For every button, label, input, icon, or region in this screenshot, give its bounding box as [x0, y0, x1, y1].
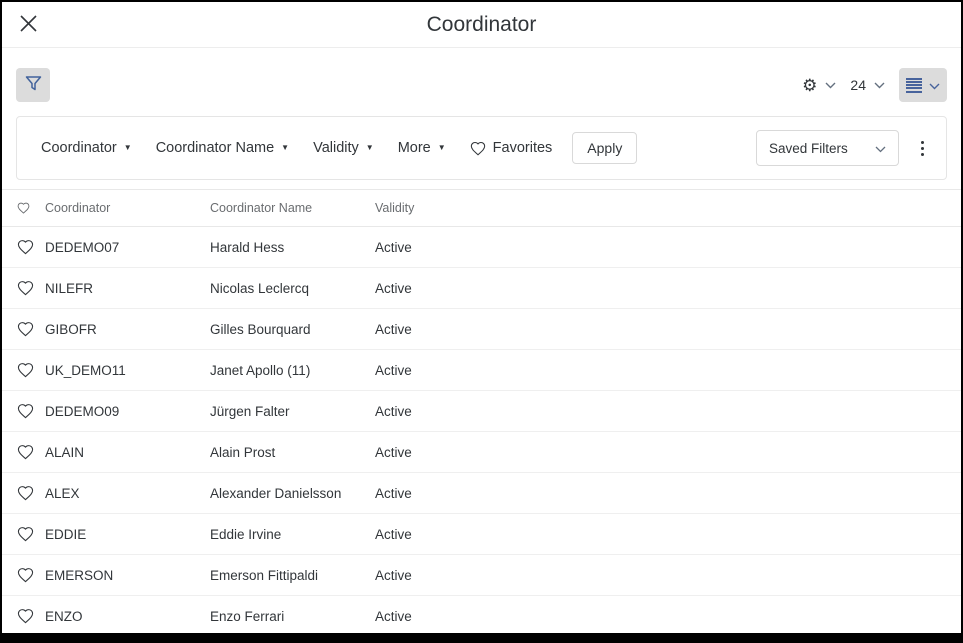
cell-coordinator: NILEFR [45, 281, 210, 296]
cell-coordinator-name: Jürgen Falter [210, 404, 375, 419]
toolbar-right-group: ⚙ 24 [802, 68, 947, 102]
favorite-heart-icon[interactable] [17, 403, 45, 419]
saved-filters-value: Saved Filters [769, 141, 848, 156]
settings-menu-button[interactable]: ⚙ [802, 76, 836, 94]
close-button[interactable] [14, 11, 42, 39]
cell-coordinator-name: Nicolas Leclercq [210, 281, 375, 296]
cell-validity: Active [375, 445, 961, 460]
favorite-heart-icon[interactable] [17, 362, 45, 378]
cell-coordinator: ALEX [45, 486, 210, 501]
row-density-button[interactable] [899, 68, 947, 102]
cell-coordinator-name: Enzo Ferrari [210, 609, 375, 624]
filter-dropdown-label: Validity [313, 140, 359, 156]
cell-validity: Active [375, 363, 961, 378]
cell-coordinator: DEDEMO07 [45, 240, 210, 255]
cell-coordinator-name: Janet Apollo (11) [210, 363, 375, 378]
chevron-down-icon [825, 76, 836, 94]
filter-dropdown-validity[interactable]: Validity ▼ [313, 140, 374, 156]
cell-coordinator: ALAIN [45, 445, 210, 460]
column-header-validity[interactable]: Validity [375, 201, 961, 215]
rows-icon [906, 78, 922, 93]
cell-validity: Active [375, 281, 961, 296]
cell-coordinator-name: Eddie Irvine [210, 527, 375, 542]
cell-coordinator-name: Alexander Danielsson [210, 486, 375, 501]
table-header: Coordinator Coordinator Name Validity [2, 190, 961, 227]
cell-coordinator: GIBOFR [45, 322, 210, 337]
cell-validity: Active [375, 568, 961, 583]
favorites-filter[interactable]: Favorites [470, 140, 553, 156]
favorite-heart-icon[interactable] [17, 526, 45, 542]
cell-validity: Active [375, 609, 961, 624]
favorite-heart-icon[interactable] [17, 280, 45, 296]
table-row[interactable]: GIBOFR Gilles Bourquard Active [2, 309, 961, 350]
kebab-menu-icon[interactable] [915, 137, 930, 160]
table-row[interactable]: UK_DEMO11 Janet Apollo (11) Active [2, 350, 961, 391]
favorite-heart-icon[interactable] [17, 239, 45, 255]
filter-dropdown-more[interactable]: More ▼ [398, 140, 446, 156]
caret-down-icon: ▼ [124, 144, 132, 152]
page-size-value: 24 [850, 77, 866, 93]
cell-coordinator: DEDEMO09 [45, 404, 210, 419]
table-row[interactable]: ENZO Enzo Ferrari Active [2, 596, 961, 637]
heart-outline-icon [470, 141, 486, 156]
title-bar: Coordinator [2, 2, 961, 48]
filter-dropdowns: Coordinator▼Coordinator Name▼Validity▼Mo… [41, 140, 446, 156]
filter-right-group: Saved Filters [756, 130, 930, 166]
page-title: Coordinator [2, 13, 961, 37]
filter-toggle-button[interactable] [16, 68, 50, 102]
cell-validity: Active [375, 404, 961, 419]
caret-down-icon: ▼ [281, 144, 289, 152]
column-header-coordinator[interactable]: Coordinator [45, 201, 210, 215]
x-icon [19, 14, 38, 36]
favorite-heart-icon[interactable] [17, 608, 45, 624]
chevron-down-icon [929, 78, 940, 93]
gear-icon: ⚙ [802, 77, 817, 94]
cell-coordinator-name: Emerson Fittipaldi [210, 568, 375, 583]
favorite-heart-icon[interactable] [17, 321, 45, 337]
table-row[interactable]: EDDIE Eddie Irvine Active [2, 514, 961, 555]
filter-dropdown-label: More [398, 140, 431, 156]
cell-coordinator: ENZO [45, 609, 210, 624]
filter-dropdown-coordinator[interactable]: Coordinator ▼ [41, 140, 132, 156]
cell-validity: Active [375, 486, 961, 501]
cell-validity: Active [375, 322, 961, 337]
coordinator-window: Coordinator ⚙ 24 [0, 0, 963, 643]
cell-coordinator: EMERSON [45, 568, 210, 583]
chevron-down-icon [875, 141, 886, 156]
table-row[interactable]: EMERSON Emerson Fittipaldi Active [2, 555, 961, 596]
filter-bar: Coordinator▼Coordinator Name▼Validity▼Mo… [16, 116, 947, 180]
favorite-heart-icon[interactable] [17, 567, 45, 583]
filter-dropdown-label: Coordinator Name [156, 140, 274, 156]
caret-down-icon: ▼ [366, 144, 374, 152]
column-header-coordinator-name[interactable]: Coordinator Name [210, 201, 375, 215]
saved-filters-select[interactable]: Saved Filters [756, 130, 899, 166]
table-row[interactable]: DEDEMO09 Jürgen Falter Active [2, 391, 961, 432]
favorite-heart-icon[interactable] [17, 444, 45, 460]
table-row[interactable]: NILEFR Nicolas Leclercq Active [2, 268, 961, 309]
cell-coordinator-name: Alain Prost [210, 445, 375, 460]
cell-coordinator-name: Gilles Bourquard [210, 322, 375, 337]
table-body: DEDEMO07 Harald Hess Active NILEFR Nicol… [2, 227, 961, 637]
table-row[interactable]: DEDEMO07 Harald Hess Active [2, 227, 961, 268]
favorites-label: Favorites [493, 140, 553, 156]
filter-panel: ⚙ 24 [2, 48, 961, 190]
table-row[interactable]: ALEX Alexander Danielsson Active [2, 473, 961, 514]
cell-coordinator: UK_DEMO11 [45, 363, 210, 378]
cell-coordinator: EDDIE [45, 527, 210, 542]
favorite-heart-icon[interactable] [17, 485, 45, 501]
cell-validity: Active [375, 527, 961, 542]
chevron-down-icon [874, 76, 885, 94]
favorite-column-heart-icon[interactable] [17, 202, 45, 214]
top-toolbar: ⚙ 24 [2, 48, 961, 112]
table-row[interactable]: ALAIN Alain Prost Active [2, 432, 961, 473]
funnel-icon [25, 75, 42, 95]
caret-down-icon: ▼ [438, 144, 446, 152]
cell-coordinator-name: Harald Hess [210, 240, 375, 255]
apply-button[interactable]: Apply [572, 132, 637, 164]
page-size-selector[interactable]: 24 [850, 76, 885, 94]
cell-validity: Active [375, 240, 961, 255]
filter-dropdown-coordinator-name[interactable]: Coordinator Name ▼ [156, 140, 289, 156]
filter-dropdown-label: Coordinator [41, 140, 117, 156]
